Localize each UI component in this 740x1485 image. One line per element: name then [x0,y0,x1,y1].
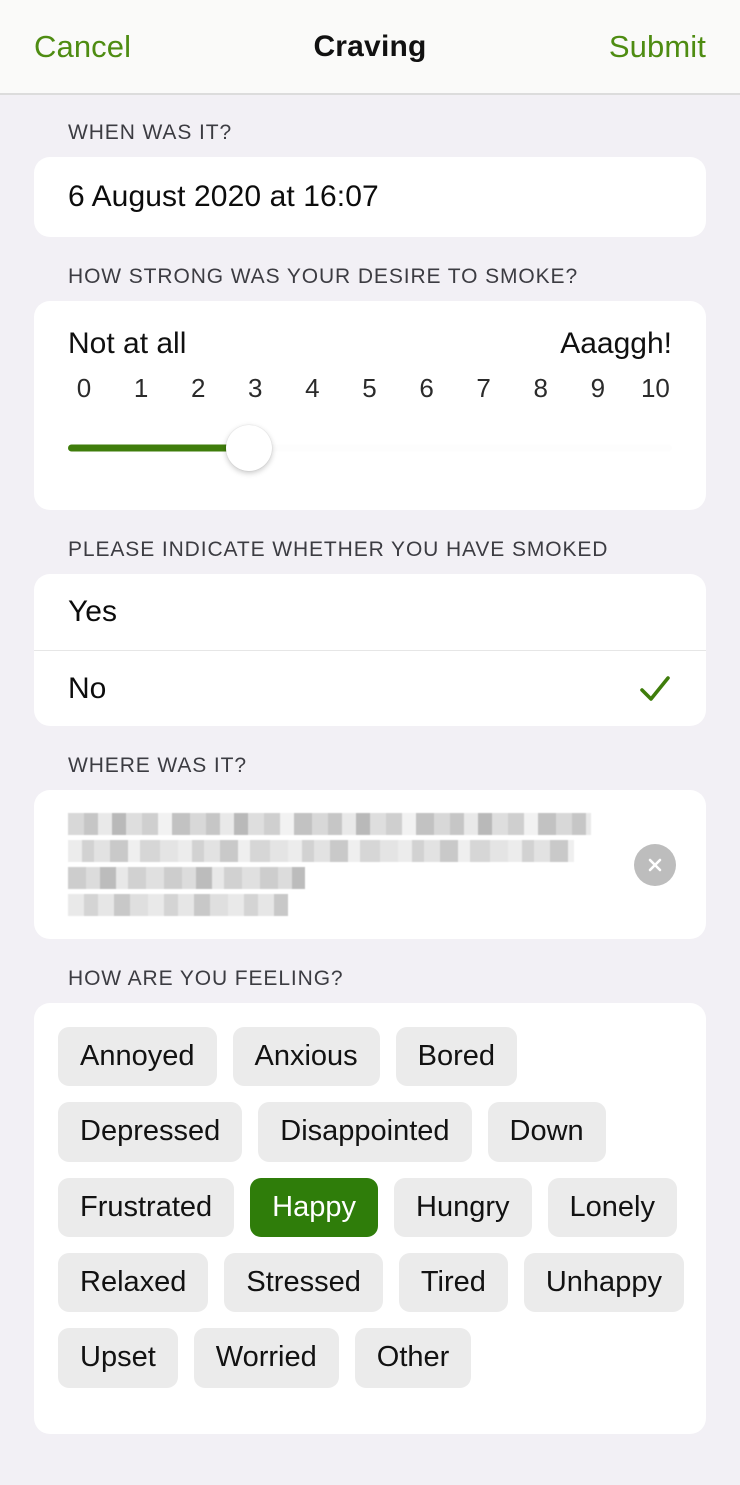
submit-button[interactable]: Submit [609,29,706,65]
chip-row: Annoyed Anxious Bored [58,1027,682,1087]
feeling-chip-worried[interactable]: Worried [193,1328,339,1388]
slider-tick-7[interactable]: 7 [470,373,498,404]
slider-tick-labels: 0 1 2 3 4 5 6 7 8 9 10 [68,373,672,404]
chip-row: Depressed Disappointed Down [58,1102,682,1162]
check-icon [638,672,672,706]
feeling-chip-bored[interactable]: Bored [395,1027,518,1087]
slider-tick-6[interactable]: 6 [413,373,441,404]
slider-tick-10[interactable]: 10 [641,373,670,404]
redacted-line [68,840,574,862]
feeling-chip-unhappy[interactable]: Unhappy [523,1253,684,1313]
slider-min-label: Not at all [68,327,187,360]
where-section-label: WHERE WAS IT? [68,754,247,777]
feeling-chip-group: Annoyed Anxious Bored Depressed Disappointed… [34,1003,706,1434]
smoked-option-label: No [68,671,107,705]
navigation-bar: Cancel Craving Submit [0,0,740,95]
feeling-chip-stressed[interactable]: Stressed [224,1253,383,1313]
feeling-chip-relaxed[interactable]: Relaxed [58,1253,209,1313]
datetime-field[interactable]: 6 August 2020 at 16:07 [34,157,706,237]
chip-row: Upset Worried Other [58,1328,682,1388]
redacted-line [68,894,288,916]
chip-row: Relaxed Stressed Tired Unhappy [58,1253,684,1313]
form-content: WHEN WAS IT? 6 August 2020 at 16:07 HOW … [0,121,740,1434]
slider-tick-3[interactable]: 3 [241,373,269,404]
redacted-line [68,867,305,889]
chip-row: Frustrated Happy Hungry Lonely [58,1177,682,1238]
cancel-button[interactable]: Cancel [34,29,131,65]
feeling-chip-frustrated[interactable]: Frustrated [58,1177,235,1238]
feeling-chip-tired[interactable]: Tired [398,1253,508,1313]
slider-tick-4[interactable]: 4 [298,373,326,404]
slider-tick-0[interactable]: 0 [70,373,98,404]
feeling-chip-lonely[interactable]: Lonely [547,1177,677,1238]
feeling-section-label: HOW ARE YOU FEELING? [68,967,344,990]
location-field[interactable] [34,790,706,939]
smoked-option-no[interactable]: No [34,650,706,726]
smoked-option-label: Yes [68,595,117,628]
smoked-section-label: PLEASE INDICATE WHETHER YOU HAVE SMOKED [68,538,609,561]
feeling-chip-upset[interactable]: Upset [58,1328,178,1388]
feeling-chip-down[interactable]: Down [487,1102,606,1162]
slider-tick-2[interactable]: 2 [184,373,212,404]
desire-slider[interactable] [68,420,672,476]
feeling-chip-happy[interactable]: Happy [250,1177,378,1238]
smoked-option-yes[interactable]: Yes [34,574,706,650]
slider-tick-8[interactable]: 8 [527,373,555,404]
slider-end-labels: Not at all Aaaggh! [68,327,672,361]
slider-max-label: Aaaggh! [560,327,672,360]
craving-form-screen: Cancel Craving Submit WHEN WAS IT? 6 Aug… [0,0,740,1485]
feeling-chip-disappointed[interactable]: Disappointed [258,1102,472,1162]
slider-tick-5[interactable]: 5 [355,373,383,404]
datetime-value: 6 August 2020 at 16:07 [68,180,379,213]
redacted-line [68,813,591,835]
close-circle-icon[interactable] [634,843,676,886]
location-value-redacted [68,808,634,921]
feeling-chip-depressed[interactable]: Depressed [58,1102,243,1162]
feeling-chip-anxious[interactable]: Anxious [232,1027,380,1087]
feeling-chip-annoyed[interactable]: Annoyed [58,1027,217,1087]
smoked-choice-list: Yes No [34,574,706,726]
desire-section-label: HOW STRONG WAS YOUR DESIRE TO SMOKE? [68,265,579,288]
slider-track-fill [68,444,250,452]
slider-thumb[interactable] [226,425,273,471]
desire-slider-card: Not at all Aaaggh! 0 1 2 3 4 5 6 7 8 9 10 [34,301,706,510]
feeling-chip-hungry[interactable]: Hungry [394,1177,532,1238]
slider-tick-1[interactable]: 1 [127,373,155,404]
feeling-chip-other[interactable]: Other [354,1328,472,1388]
when-section-label: WHEN WAS IT? [68,121,233,144]
slider-tick-9[interactable]: 9 [584,373,612,404]
